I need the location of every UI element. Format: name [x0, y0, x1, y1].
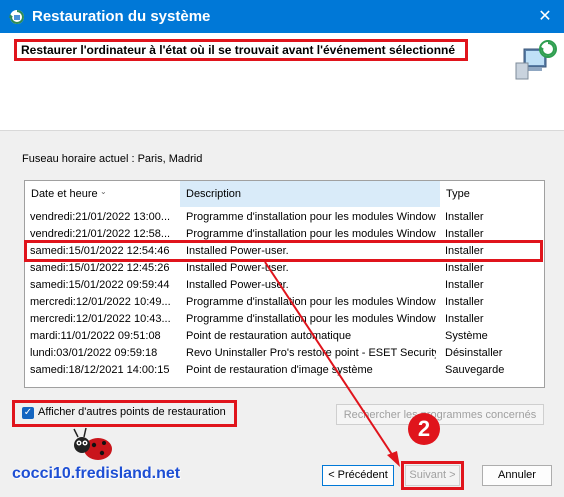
row-type: Installer: [445, 211, 484, 223]
header-panel: Restaurer l'ordinateur à l'état où il se…: [0, 33, 564, 131]
table-row[interactable]: samedi:15/01/2022 09:59:44 Installed Pow…: [25, 277, 544, 294]
row-date: samedi:15/01/2022 12:45:26: [30, 262, 170, 274]
row-date: lundi:03/01/2022 09:59:18: [30, 347, 158, 359]
row-date: vendredi:21/01/2022 13:00...: [30, 211, 171, 223]
cancel-button[interactable]: Annuler: [482, 465, 552, 486]
row-description: Programme d'installation pour les module…: [186, 313, 436, 325]
site-watermark: cocci10.fredisland.net: [12, 465, 181, 482]
column-header-description[interactable]: Description: [180, 181, 440, 207]
next-button-highlight: [401, 461, 464, 490]
column-header-date[interactable]: Date et heure ⌄: [25, 181, 180, 207]
sort-arrow-icon: ⌄: [100, 187, 107, 196]
selected-row-highlight: [24, 240, 543, 262]
table-row[interactable]: samedi:15/01/2022 12:45:26 Installed Pow…: [25, 260, 544, 277]
ladybug-mascot-icon: [73, 427, 112, 460]
row-description: Revo Uninstaller Pro's restore point - E…: [186, 347, 436, 359]
show-more-points-checkbox[interactable]: ✓: [22, 407, 34, 419]
close-icon[interactable]: ✕: [534, 6, 556, 28]
row-description: Point de restauration d'image système: [186, 364, 373, 376]
step-2-badge: 2: [408, 413, 440, 445]
table-row[interactable]: mardi:11/01/2022 09:51:08 Point de resta…: [25, 328, 544, 345]
row-type: Système: [445, 330, 488, 342]
timezone-label: Fuseau horaire actuel : Paris, Madrid: [22, 153, 203, 165]
row-type: Installer: [445, 313, 484, 325]
row-type: Installer: [445, 279, 484, 291]
row-date: samedi:15/01/2022 09:59:44: [30, 279, 170, 291]
row-type: Installer: [445, 262, 484, 274]
system-restore-icon: [9, 10, 24, 24]
row-description: Installed Power-user.: [186, 262, 289, 274]
row-type: Installer: [445, 296, 484, 308]
window-title: Restauration du système: [32, 8, 211, 25]
row-date: mardi:11/01/2022 09:51:08: [30, 330, 161, 342]
row-type: Sauvegarde: [445, 364, 505, 376]
title-bar: Restauration du système ✕: [0, 0, 564, 33]
show-more-points-highlight: ✓ Afficher d'autres points de restaurati…: [12, 400, 237, 427]
row-date: mercredi:12/01/2022 10:49...: [30, 296, 171, 308]
table-row[interactable]: lundi:03/01/2022 09:59:18 Revo Uninstall…: [25, 345, 544, 362]
previous-button[interactable]: < Précédent: [322, 465, 394, 486]
scan-affected-programs-button[interactable]: Rechercher les programmes concernés: [336, 404, 544, 425]
column-header-type[interactable]: Type: [440, 181, 544, 207]
table-row[interactable]: mercredi:12/01/2022 10:49... Programme d…: [25, 294, 544, 311]
table-row[interactable]: mercredi:12/01/2022 10:43... Programme d…: [25, 311, 544, 328]
row-description: Programme d'installation pour les module…: [186, 296, 436, 308]
row-date: mercredi:12/01/2022 10:43...: [30, 313, 171, 325]
row-date: samedi:18/12/2021 14:00:15: [30, 364, 170, 376]
row-description: Programme d'installation pour les module…: [186, 211, 436, 223]
table-row[interactable]: vendredi:21/01/2022 13:00... Programme d…: [25, 209, 544, 226]
show-more-points-label[interactable]: Afficher d'autres points de restauration: [38, 406, 226, 418]
row-type: Désinstaller: [445, 347, 503, 359]
table-row[interactable]: samedi:18/12/2021 14:00:15 Point de rest…: [25, 362, 544, 379]
restore-points-list[interactable]: Date et heure ⌄ Description Type vendred…: [24, 180, 545, 388]
computer-restore-icon: [515, 40, 557, 80]
row-description: Point de restauration automatique: [186, 330, 352, 342]
instruction-text: Restaurer l'ordinateur à l'état où il se…: [14, 39, 468, 61]
row-description: Installed Power-user.: [186, 279, 289, 291]
dialog-body: Fuseau horaire actuel : Paris, Madrid Da…: [0, 131, 564, 497]
